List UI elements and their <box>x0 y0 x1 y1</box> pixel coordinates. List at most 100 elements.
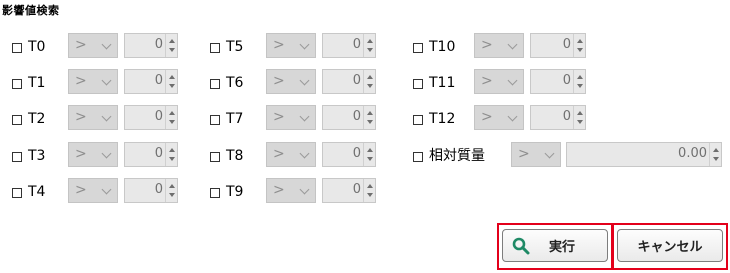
t2-operator-select[interactable]: > <box>68 105 118 130</box>
spin-up-icon[interactable] <box>169 111 175 115</box>
t3-checkbox[interactable] <box>12 152 22 162</box>
t4-operator-select[interactable]: > <box>68 178 118 203</box>
t10-operator-select[interactable]: > <box>474 33 524 58</box>
spin-down-icon[interactable] <box>577 48 583 52</box>
spinner[interactable] <box>363 34 375 57</box>
spin-down-icon[interactable] <box>367 157 373 161</box>
chevron-down-icon <box>299 184 310 195</box>
panel-title: 影響値検索 <box>2 4 60 17</box>
t6-operator-select[interactable]: > <box>266 69 316 94</box>
spin-up-icon[interactable] <box>577 75 583 79</box>
value-text: 0 <box>352 37 361 52</box>
execute-button[interactable]: 実行 <box>502 229 608 262</box>
spin-up-icon[interactable] <box>169 148 175 152</box>
t6-checkbox[interactable] <box>210 79 220 89</box>
spin-up-icon[interactable] <box>367 148 373 152</box>
relative-mass-value-input[interactable]: 0.00 <box>566 142 722 167</box>
spin-down-icon[interactable] <box>577 84 583 88</box>
t1-operator-select[interactable]: > <box>68 69 118 94</box>
t11-checkbox[interactable] <box>413 79 423 89</box>
chevron-down-icon <box>101 111 112 122</box>
t7-checkbox[interactable] <box>210 115 220 125</box>
spin-up-icon[interactable] <box>367 75 373 79</box>
t11-operator-select[interactable]: > <box>474 69 524 94</box>
spin-down-icon[interactable] <box>713 157 719 161</box>
relative-mass-checkbox[interactable] <box>413 152 423 162</box>
spin-down-icon[interactable] <box>169 193 175 197</box>
t11-value-input[interactable]: 0 <box>530 69 586 94</box>
t6-value-input[interactable]: 0 <box>322 69 376 94</box>
spin-down-icon[interactable] <box>169 84 175 88</box>
spinner[interactable] <box>573 70 585 93</box>
spin-down-icon[interactable] <box>367 193 373 197</box>
t9-value-input[interactable]: 0 <box>322 178 376 203</box>
spinner[interactable] <box>165 143 177 166</box>
t10-checkbox[interactable] <box>413 43 423 53</box>
value-text: 0 <box>562 73 571 88</box>
spinner[interactable] <box>165 179 177 202</box>
t10-value-input[interactable]: 0 <box>530 33 586 58</box>
t9-checkbox[interactable] <box>210 188 220 198</box>
spinner[interactable] <box>573 106 585 129</box>
spin-down-icon[interactable] <box>169 48 175 52</box>
cancel-button[interactable]: キャンセル <box>617 229 723 262</box>
spin-up-icon[interactable] <box>577 111 583 115</box>
t12-checkbox[interactable] <box>413 115 423 125</box>
t9-operator-select[interactable]: > <box>266 178 316 203</box>
t1-value-input[interactable]: 0 <box>124 69 178 94</box>
spin-up-icon[interactable] <box>169 75 175 79</box>
spin-down-icon[interactable] <box>367 84 373 88</box>
operator-value: > <box>273 182 285 198</box>
spinner[interactable] <box>363 179 375 202</box>
execute-label: 実行 <box>548 240 575 255</box>
t2-checkbox[interactable] <box>12 115 22 125</box>
t7-value-input[interactable]: 0 <box>322 105 376 130</box>
t3-operator-select[interactable]: > <box>68 142 118 167</box>
t7-label: T7 <box>226 111 244 127</box>
spin-up-icon[interactable] <box>713 148 719 152</box>
t12-operator-select[interactable]: > <box>474 105 524 130</box>
t3-value-input[interactable]: 0 <box>124 142 178 167</box>
t2-label: T2 <box>28 111 46 127</box>
t3-label: T3 <box>28 148 46 164</box>
spin-up-icon[interactable] <box>367 111 373 115</box>
spinner[interactable] <box>363 143 375 166</box>
t12-value-input[interactable]: 0 <box>530 105 586 130</box>
spinner[interactable] <box>165 70 177 93</box>
t8-operator-select[interactable]: > <box>266 142 316 167</box>
value-text: 0 <box>352 146 361 161</box>
t0-checkbox[interactable] <box>12 43 22 53</box>
relative-mass-operator-select[interactable]: > <box>511 142 561 167</box>
t1-checkbox[interactable] <box>12 79 22 89</box>
t4-checkbox[interactable] <box>12 188 22 198</box>
spinner[interactable] <box>165 34 177 57</box>
spin-up-icon[interactable] <box>577 39 583 43</box>
t5-operator-select[interactable]: > <box>266 33 316 58</box>
spin-down-icon[interactable] <box>367 48 373 52</box>
t8-checkbox[interactable] <box>210 152 220 162</box>
t0-label: T0 <box>28 39 46 55</box>
spin-up-icon[interactable] <box>169 39 175 43</box>
spin-down-icon[interactable] <box>367 120 373 124</box>
value-text: 0 <box>352 73 361 88</box>
spin-down-icon[interactable] <box>169 157 175 161</box>
t7-operator-select[interactable]: > <box>266 105 316 130</box>
t8-value-input[interactable]: 0 <box>322 142 376 167</box>
spinner[interactable] <box>363 70 375 93</box>
spin-down-icon[interactable] <box>577 120 583 124</box>
spinner[interactable] <box>363 106 375 129</box>
operator-value: > <box>75 73 87 89</box>
spin-up-icon[interactable] <box>367 184 373 188</box>
spin-up-icon[interactable] <box>367 39 373 43</box>
spinner[interactable] <box>165 106 177 129</box>
t2-value-input[interactable]: 0 <box>124 105 178 130</box>
spin-down-icon[interactable] <box>169 120 175 124</box>
spinner[interactable] <box>709 143 721 166</box>
t5-checkbox[interactable] <box>210 43 220 53</box>
t4-value-input[interactable]: 0 <box>124 178 178 203</box>
t0-operator-select[interactable]: > <box>68 33 118 58</box>
spin-up-icon[interactable] <box>169 184 175 188</box>
t5-value-input[interactable]: 0 <box>322 33 376 58</box>
spinner[interactable] <box>573 34 585 57</box>
t0-value-input[interactable]: 0 <box>124 33 178 58</box>
